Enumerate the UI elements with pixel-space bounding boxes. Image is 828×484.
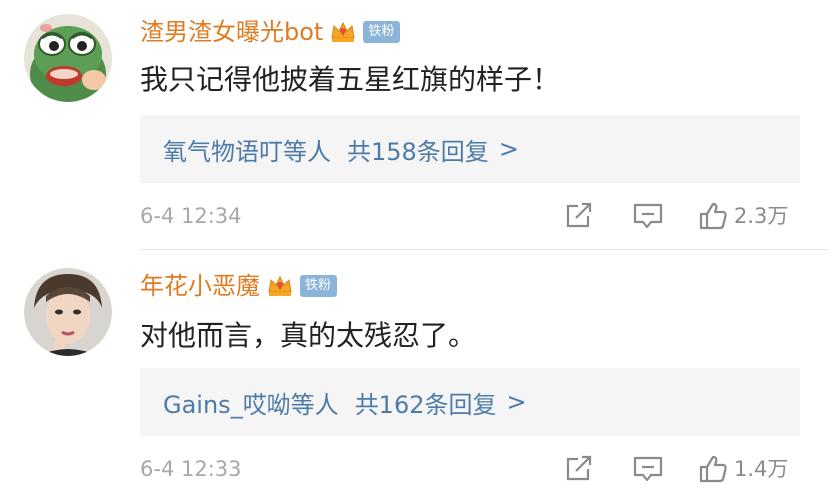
reply-summary-link[interactable]: 氧气物语叮等人 共158条回复 >	[140, 115, 800, 183]
timestamp: 6-4 12:33	[140, 457, 242, 481]
username-link[interactable]: 年花小恶魔	[140, 268, 260, 304]
frog-avatar-icon	[24, 14, 112, 102]
share-icon	[566, 455, 592, 481]
fan-badge: 铁粉	[363, 21, 401, 43]
comment-item: 渣男渣女曝光bot 铁粉 我只记得他披着五星红旗的样子！ 氧气物语叮等人 共15…	[0, 0, 828, 250]
thumbs-up-icon	[699, 455, 727, 483]
like-count: 2.3万	[734, 204, 789, 228]
fan-badge: 铁粉	[300, 275, 338, 297]
user-avatar[interactable]	[24, 14, 112, 102]
portrait-avatar-icon	[24, 268, 112, 356]
like-button[interactable]: 1.4万	[698, 454, 788, 484]
share-icon	[566, 202, 592, 228]
comment-button[interactable]	[632, 201, 664, 231]
like-button[interactable]: 2.3万	[698, 201, 788, 231]
chevron-right-icon: >	[498, 135, 519, 163]
crown-icon	[266, 272, 294, 300]
name-row: 年花小恶魔 铁粉	[140, 268, 338, 304]
reply-summary-link[interactable]: Gains_哎呦等人 共162条回复 >	[140, 368, 800, 436]
reply-users: 氧气物语叮等人	[163, 137, 331, 166]
comment-button[interactable]	[632, 454, 664, 484]
thumbs-up-icon	[699, 202, 727, 230]
username-link[interactable]: 渣男渣女曝光bot	[140, 14, 323, 50]
comment-text: 我只记得他披着五星红旗的样子！	[140, 63, 561, 96]
reply-count: 共162条回复	[354, 390, 497, 419]
reply-users: Gains_哎呦等人	[163, 390, 339, 419]
comment-item: 年花小恶魔 铁粉 对他而言，真的太残忍了。 Gains_哎呦等人 共162条回复…	[0, 250, 828, 484]
chevron-right-icon: >	[506, 388, 527, 416]
meta-row: 6-4 12:34 2.3万	[140, 201, 810, 231]
share-button[interactable]	[564, 454, 594, 484]
user-avatar[interactable]	[24, 268, 112, 356]
comment-icon	[633, 456, 663, 482]
reply-count: 共158条回复	[347, 137, 489, 166]
meta-row: 6-4 12:33 1.4万	[140, 454, 810, 484]
comment-text: 对他而言，真的太残忍了。	[140, 319, 477, 352]
like-count: 1.4万	[734, 457, 789, 481]
crown-icon	[329, 18, 357, 46]
comment-icon	[633, 203, 663, 229]
share-button[interactable]	[564, 201, 594, 231]
timestamp: 6-4 12:34	[140, 204, 242, 228]
name-row: 渣男渣女曝光bot 铁粉	[140, 14, 401, 50]
